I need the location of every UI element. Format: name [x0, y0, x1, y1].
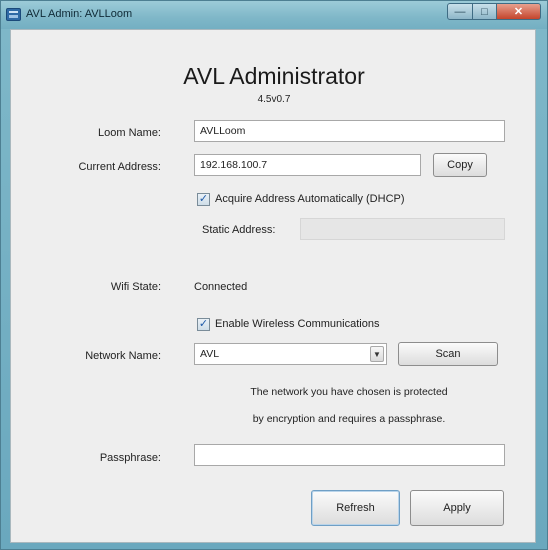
scan-button[interactable]: Scan	[398, 342, 498, 366]
window-controls: — □ ✕	[447, 3, 541, 21]
checkmark-icon: ✓	[198, 193, 209, 205]
page-title: AVL Administrator	[183, 63, 365, 89]
passphrase-label: Passphrase:	[99, 452, 161, 464]
encryption-message-line1: The network you have chosen is protected	[250, 386, 448, 398]
wifi-state-label: Wifi State:	[110, 281, 161, 293]
maximize-button[interactable]: □	[473, 3, 497, 20]
current-address-field[interactable]: 192.168.100.7	[194, 154, 421, 176]
loom-name-label: Loom Name:	[98, 127, 161, 139]
minimize-icon: —	[454, 5, 466, 18]
network-name-label: Network Name:	[85, 350, 161, 362]
current-address-label: Current Address:	[78, 161, 161, 173]
network-name-select[interactable]: AVL ▼	[194, 343, 387, 365]
static-address-label: Static Address:	[202, 224, 276, 236]
enable-wireless-label: Enable Wireless Communications	[215, 318, 380, 330]
apply-button[interactable]: Apply	[410, 490, 504, 526]
static-address-field[interactable]	[300, 218, 505, 240]
refresh-button[interactable]: Refresh	[311, 490, 400, 526]
copy-button[interactable]: Copy	[433, 153, 487, 177]
loom-name-field[interactable]: AVLLoom	[194, 120, 505, 142]
admin-panel: AVL Administrator 4.5v0.7 Loom Name: AVL…	[10, 29, 536, 543]
close-button[interactable]: ✕	[497, 3, 541, 20]
title-bar[interactable]: AVL Admin: AVLLoom — □ ✕	[1, 1, 547, 29]
dhcp-checkbox[interactable]: ✓	[197, 193, 210, 206]
version-label: 4.5v0.7	[257, 94, 291, 105]
encryption-message-line2: by encryption and requires a passphrase.	[252, 413, 446, 425]
window-title: AVL Admin: AVLLoom	[26, 8, 133, 20]
wifi-state-value: Connected	[194, 281, 248, 293]
passphrase-field[interactable]	[194, 444, 505, 466]
close-icon: ✕	[513, 6, 524, 18]
minimize-button[interactable]: —	[447, 3, 473, 20]
dropdown-arrow-icon[interactable]: ▼	[370, 346, 384, 362]
app-icon	[6, 8, 21, 21]
enable-wireless-checkbox[interactable]: ✓	[197, 318, 210, 331]
app-window: AVL Admin: AVLLoom — □ ✕ AVL Administrat…	[0, 0, 548, 550]
dhcp-label: Acquire Address Automatically (DHCP)	[215, 193, 405, 205]
maximize-icon: □	[481, 5, 488, 18]
checkmark-icon: ✓	[198, 318, 209, 330]
network-name-value: AVL	[200, 348, 220, 360]
